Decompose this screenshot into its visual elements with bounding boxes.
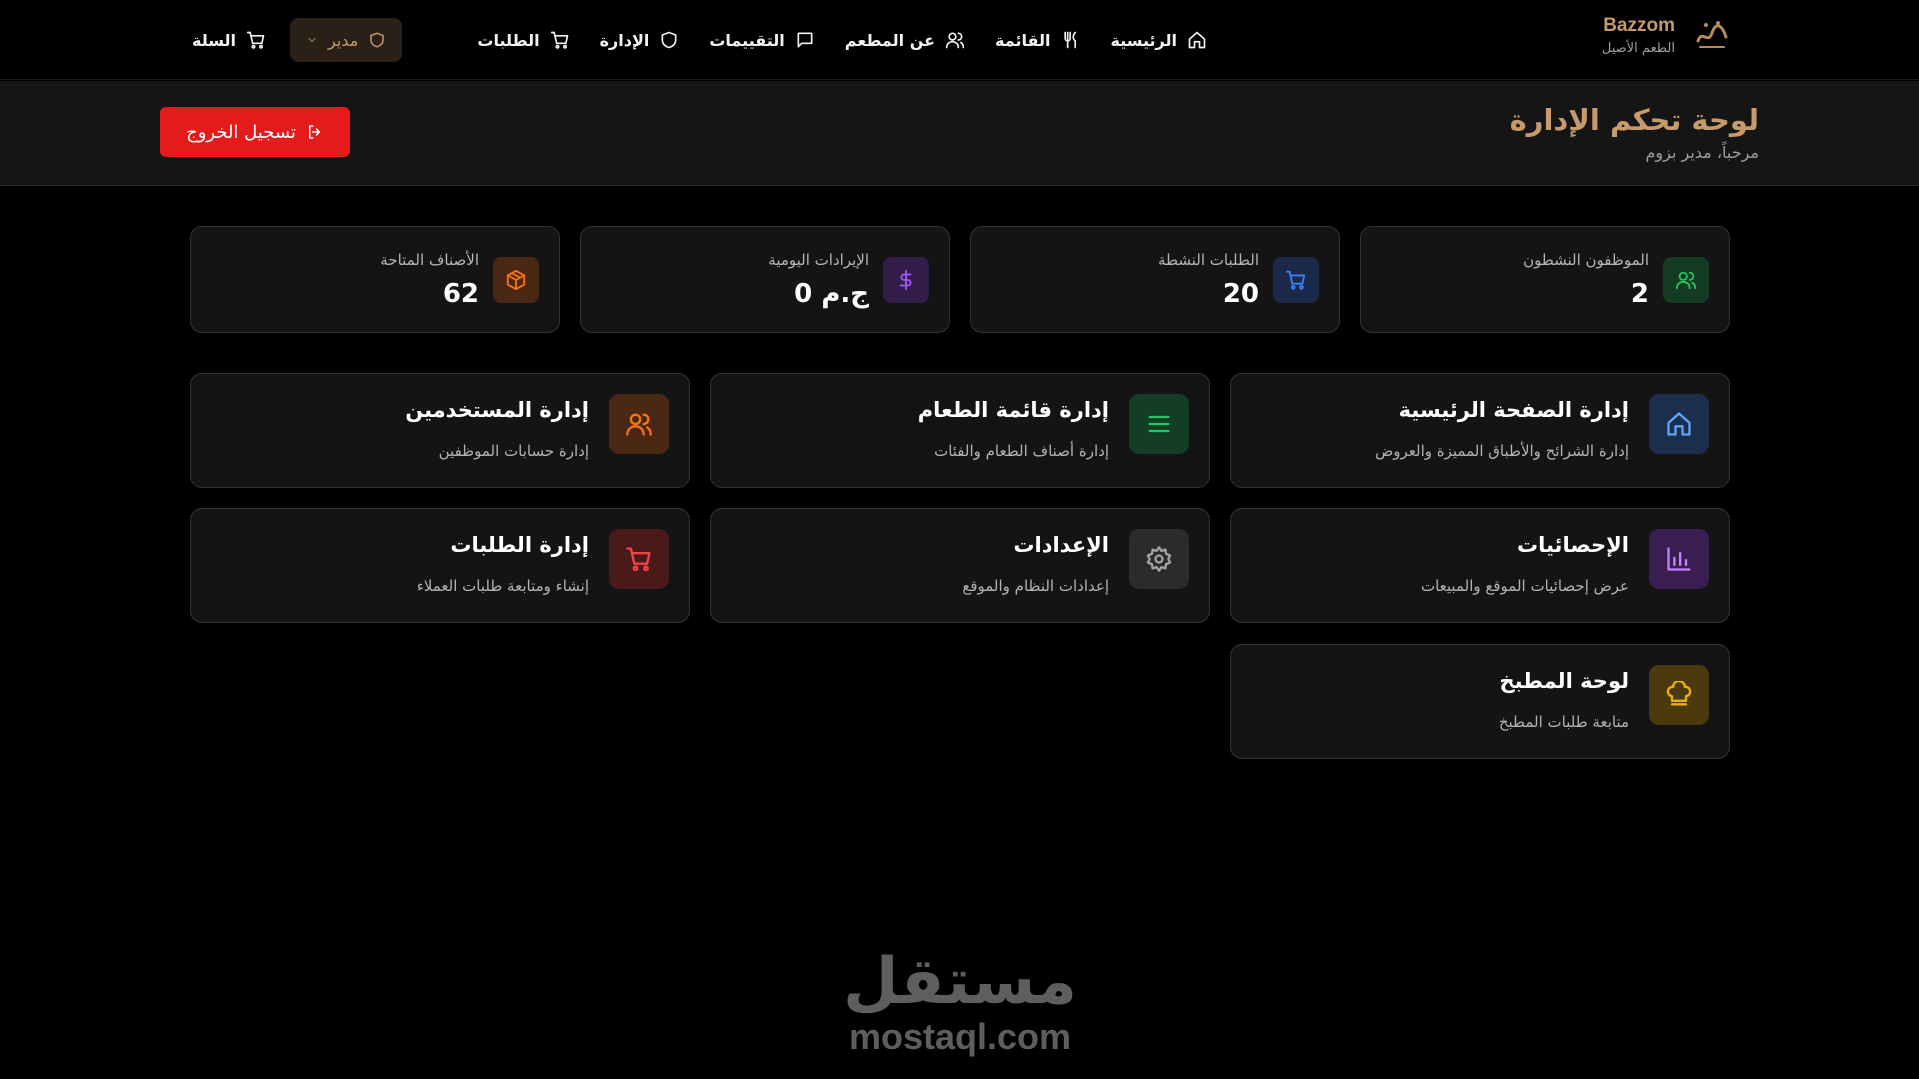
logout-button[interactable]: تسجيل الخروج [160, 107, 350, 157]
nav-item-reviews[interactable]: التقييمات [709, 18, 814, 62]
logout-icon [308, 125, 321, 139]
nav-item-home[interactable]: الرئيسية [1111, 18, 1208, 62]
stat-label: الموظفون النشطون [1523, 251, 1649, 269]
bar-chart-icon [1667, 547, 1691, 571]
role-label: مدير [328, 30, 359, 50]
nav-menu: الرئيسية القائمة عن المطعم التقييمات الإ… [477, 18, 1207, 62]
card-title: إدارة الطلبات [450, 533, 589, 557]
brand-name: Bazzom [1603, 14, 1675, 36]
brand-subtitle: الطعم الأصيل [1601, 40, 1675, 56]
shield-icon [370, 32, 385, 48]
stat-icon-box [1273, 257, 1319, 303]
nav-item-label: الطلبات [477, 30, 540, 50]
card-statistics[interactable]: الإحصائيات عرض إحصائيات الموقع والمبيعات [1230, 508, 1730, 623]
stat-label: الأصناف المتاحة [380, 251, 479, 269]
stat-value: 0 ج.م [794, 279, 869, 309]
card-title: إدارة قائمة الطعام [917, 398, 1109, 422]
card-description: إعدادات النظام والموقع [962, 577, 1109, 595]
watermark-latin: mostaql.com [848, 1016, 1072, 1057]
card-title: إدارة المستخدمين [405, 398, 589, 422]
menu-list-icon [1148, 415, 1170, 433]
stat-label: الطلبات النشطة [1158, 251, 1259, 269]
card-description: عرض إحصائيات الموقع والمبيعات [1420, 577, 1629, 595]
watermark-arabic: مستقل [842, 945, 1078, 1019]
brand-logo-icon [1691, 14, 1733, 56]
dollar-icon [899, 269, 912, 291]
stat-icon-box [1663, 257, 1709, 303]
role-dropdown[interactable]: مدير [290, 18, 403, 62]
nav-item-label: الإدارة [599, 30, 650, 50]
nav-item-cart[interactable]: السلة [192, 18, 266, 62]
nav-item-about[interactable]: عن المطعم [845, 18, 965, 62]
home-icon [1188, 31, 1206, 49]
card-users-management[interactable]: إدارة المستخدمين إدارة حسابات الموظفين [190, 373, 690, 488]
card-orders-management[interactable]: إدارة الطلبات إنشاء ومتابعة طلبات العملا… [190, 508, 690, 623]
card-description: إدارة أصناف الطعام والفئات [934, 442, 1109, 460]
card-menu-management[interactable]: إدارة قائمة الطعام إدارة أصناف الطعام وا… [710, 373, 1210, 488]
nav-item-label: القائمة [995, 30, 1051, 50]
card-icon-box [1649, 394, 1709, 454]
users-icon [1675, 271, 1697, 290]
card-icon-box [1649, 529, 1709, 589]
stat-card-available-items: الأصناف المتاحة 62 [190, 226, 560, 333]
logout-label: تسجيل الخروج [186, 121, 296, 143]
stat-label: الإيرادات اليومية [768, 251, 869, 269]
card-icon-box [1129, 529, 1189, 589]
cart-icon [246, 31, 265, 49]
nav-item-orders[interactable]: الطلبات [477, 18, 569, 62]
package-icon [506, 269, 526, 291]
nav-item-admin[interactable]: الإدارة [600, 18, 680, 62]
message-icon [797, 32, 813, 48]
watermark: مستقل mostaql.com [820, 950, 1100, 1058]
card-settings[interactable]: الإعدادات إعدادات النظام والموقع [710, 508, 1210, 623]
top-nav: Bazzom الطعم الأصيل الرئيسية القائمة عن … [0, 0, 1919, 80]
card-title: الإعدادات [1013, 533, 1109, 557]
nav-item-menu[interactable]: القائمة [995, 18, 1080, 62]
card-icon-box [609, 394, 669, 454]
home-icon [1667, 412, 1691, 436]
card-description: إدارة حسابات الموظفين [438, 442, 589, 460]
card-title: لوحة المطبخ [1499, 669, 1629, 693]
card-kitchen-dashboard[interactable]: لوحة المطبخ متابعة طلبات المطبخ [1230, 644, 1730, 759]
cart-icon [626, 547, 651, 572]
card-description: متابعة طلبات المطبخ [1498, 713, 1629, 731]
users-icon [626, 413, 652, 436]
welcome-text: مرحباً، مدير بزوم [1645, 143, 1760, 162]
gear-icon [1146, 546, 1172, 572]
stat-card-active-orders: الطلبات النشطة 20 [970, 226, 1340, 333]
nav-item-label: التقييمات [709, 30, 785, 50]
page-title: لوحة تحكم الإدارة [1509, 103, 1759, 137]
stat-icon-box [883, 257, 929, 303]
card-title: إدارة الصفحة الرئيسية [1398, 398, 1629, 422]
chef-hat-icon [1666, 681, 1692, 706]
card-icon-box [1129, 394, 1189, 454]
nav-item-label: الرئيسية [1110, 30, 1178, 50]
brand[interactable]: Bazzom الطعم الأصيل [1602, 14, 1733, 56]
utensils-icon [1063, 31, 1076, 49]
cart-icon [550, 31, 568, 49]
stat-icon-box [493, 257, 539, 303]
card-icon-box [1649, 665, 1709, 725]
stat-value: 20 [1222, 279, 1259, 309]
nav-actions: مدير السلة [192, 18, 403, 62]
cart-icon [1285, 270, 1306, 290]
card-icon-box [609, 529, 669, 589]
stat-value: 62 [442, 279, 479, 309]
users-icon [945, 32, 965, 49]
chevron-down-icon [308, 38, 316, 42]
card-homepage-management[interactable]: إدارة الصفحة الرئيسية إدارة الشرائح والأ… [1230, 373, 1730, 488]
cart-label: السلة [192, 30, 237, 50]
nav-item-label: عن المطعم [844, 30, 936, 50]
card-description: إدارة الشرائح والأطباق المميزة والعروض [1375, 442, 1629, 460]
shield-icon [661, 31, 677, 49]
stat-card-daily-revenue: الإيرادات اليومية 0 ج.م [580, 226, 950, 333]
card-title: الإحصائيات [1517, 533, 1629, 557]
stat-value: 2 [1630, 279, 1649, 309]
dashboard-header: لوحة تحكم الإدارة مرحباً، مدير بزوم تسجي… [0, 81, 1919, 186]
stat-card-active-staff: الموظفون النشطون 2 [1360, 226, 1730, 333]
card-description: إنشاء ومتابعة طلبات العملاء [416, 577, 589, 595]
